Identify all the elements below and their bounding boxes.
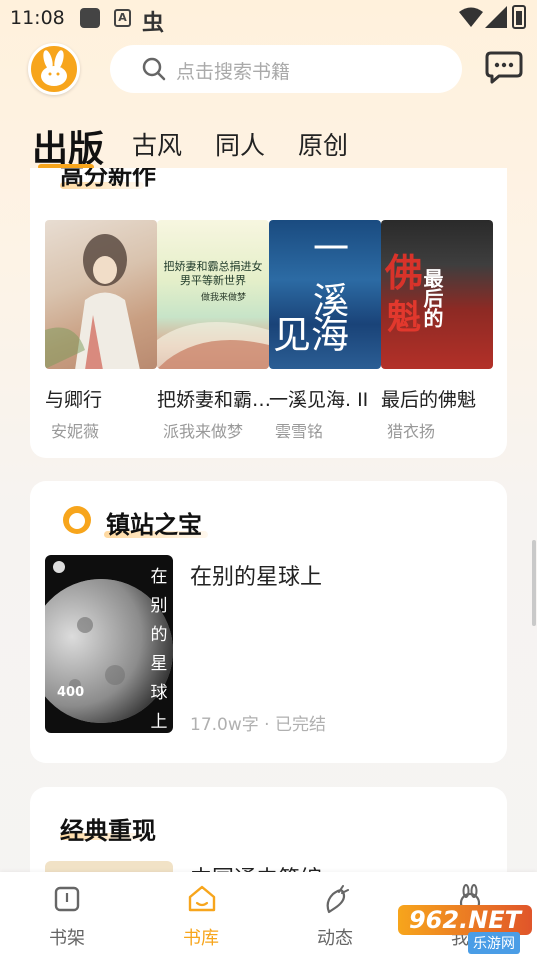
book-cover[interactable]: 把娇妻和霸总捐进女男平等新世界 做我来做梦 (157, 220, 269, 369)
nav-bookshelf[interactable]: 书架 (17, 872, 117, 956)
rabbit-logo-icon (41, 50, 67, 86)
library-icon (188, 885, 216, 912)
book-title: 一溪见海. II (269, 389, 369, 411)
cover-title-sub: 最后的 (420, 268, 444, 328)
tab-fanfic[interactable]: 同人 (215, 126, 265, 162)
feed-icon (326, 885, 349, 914)
watermark: 962.NET 乐游网 (398, 905, 532, 954)
watermark-text: 乐游网 (468, 932, 520, 954)
category-tabs: 出版 古风 同人 原创 (0, 118, 537, 174)
book-author: 雲雪铭 (275, 422, 324, 441)
cover-illustration (45, 234, 140, 369)
status-time: 11:08 (10, 7, 65, 29)
book-cover[interactable]: 一溪 见海 (269, 220, 381, 369)
book-cover[interactable]: 佛 最后的 魁 (381, 220, 493, 369)
cover-title-bottom: 见海 (273, 313, 350, 357)
book-title: 把娇妻和霸… (157, 389, 269, 411)
watermark-logo: 962.NET (398, 905, 532, 935)
tab-ancient[interactable]: 古风 (132, 126, 182, 162)
book-author: 猎衣扬 (387, 422, 436, 441)
scrollbar[interactable] (532, 540, 536, 626)
status-bar: 11:08 A 虫 (0, 0, 537, 38)
cover-title-main: 佛 (385, 251, 424, 295)
cover-vertical-title: 在 别 的 星 球 上 (150, 567, 168, 732)
section-title: 镇站之宝 (106, 511, 202, 539)
search-placeholder: 点击搜索书籍 (176, 61, 291, 83)
nav-feed[interactable]: 动态 (285, 872, 385, 956)
wifi-icon (459, 7, 483, 27)
book-title: 与卿行 (45, 389, 103, 411)
book-title[interactable]: 在别的星球上 (190, 559, 322, 591)
book-author: 安妮薇 (51, 422, 100, 441)
nav-label: 动态 (317, 928, 353, 949)
book-item[interactable]: 把娇妻和霸总捐进女男平等新世界 做我来做梦 把娇妻和霸… 派我来做梦 (157, 220, 269, 441)
avatar[interactable] (28, 43, 80, 95)
search-box[interactable]: 点击搜索书籍 (110, 45, 462, 93)
book-item[interactable]: 与卿行 安妮薇 (45, 220, 157, 441)
nav-library[interactable]: 书库 (151, 872, 251, 956)
notification-a-icon: A (114, 9, 131, 27)
book-meta: 17.0w字 · 已完结 (190, 715, 326, 735)
section-title: 高分新作 (60, 168, 156, 190)
notification-bug-icon: 虫 (142, 11, 165, 36)
tab-original[interactable]: 原创 (298, 126, 348, 162)
book-title: 最后的佛魁 (381, 389, 477, 411)
nav-label: 书架 (49, 928, 85, 949)
book-item[interactable]: 佛 最后的 魁 最后的佛魁 猎衣扬 (381, 220, 493, 441)
battery-icon (512, 5, 526, 29)
cover-illustration (157, 322, 269, 369)
section-new-works: 高分新作 与卿行 安妮薇 把娇妻和霸总捐进女男平等新世界 做我来做梦 把娇妻和霸… (30, 168, 507, 458)
signal-icon (485, 6, 507, 28)
notification-app-icon (80, 8, 100, 28)
search-icon (142, 57, 166, 81)
bookshelf-icon (54, 886, 80, 912)
section-treasure: 镇站之宝 在 别 的 星 球 上 400 在别的星球上 17.0w字 · 已完结 (30, 481, 507, 763)
book-item[interactable]: 一溪 见海 一溪见海. II 雲雪铭 (269, 220, 381, 441)
cover-title: 把娇妻和霸总捐进女男平等新世界 (163, 260, 263, 287)
book-author: 派我来做梦 (163, 422, 244, 441)
message-icon[interactable] (485, 50, 523, 84)
section-title: 经典重现 (60, 817, 156, 845)
book-cover[interactable] (45, 220, 157, 369)
cover-number: 400 (57, 685, 85, 700)
cover-title-end: 魁 (387, 298, 421, 338)
nav-label: 书库 (183, 928, 219, 949)
fire-badge-icon (63, 506, 91, 534)
book-cover[interactable]: 在 别 的 星 球 上 400 (45, 555, 173, 733)
